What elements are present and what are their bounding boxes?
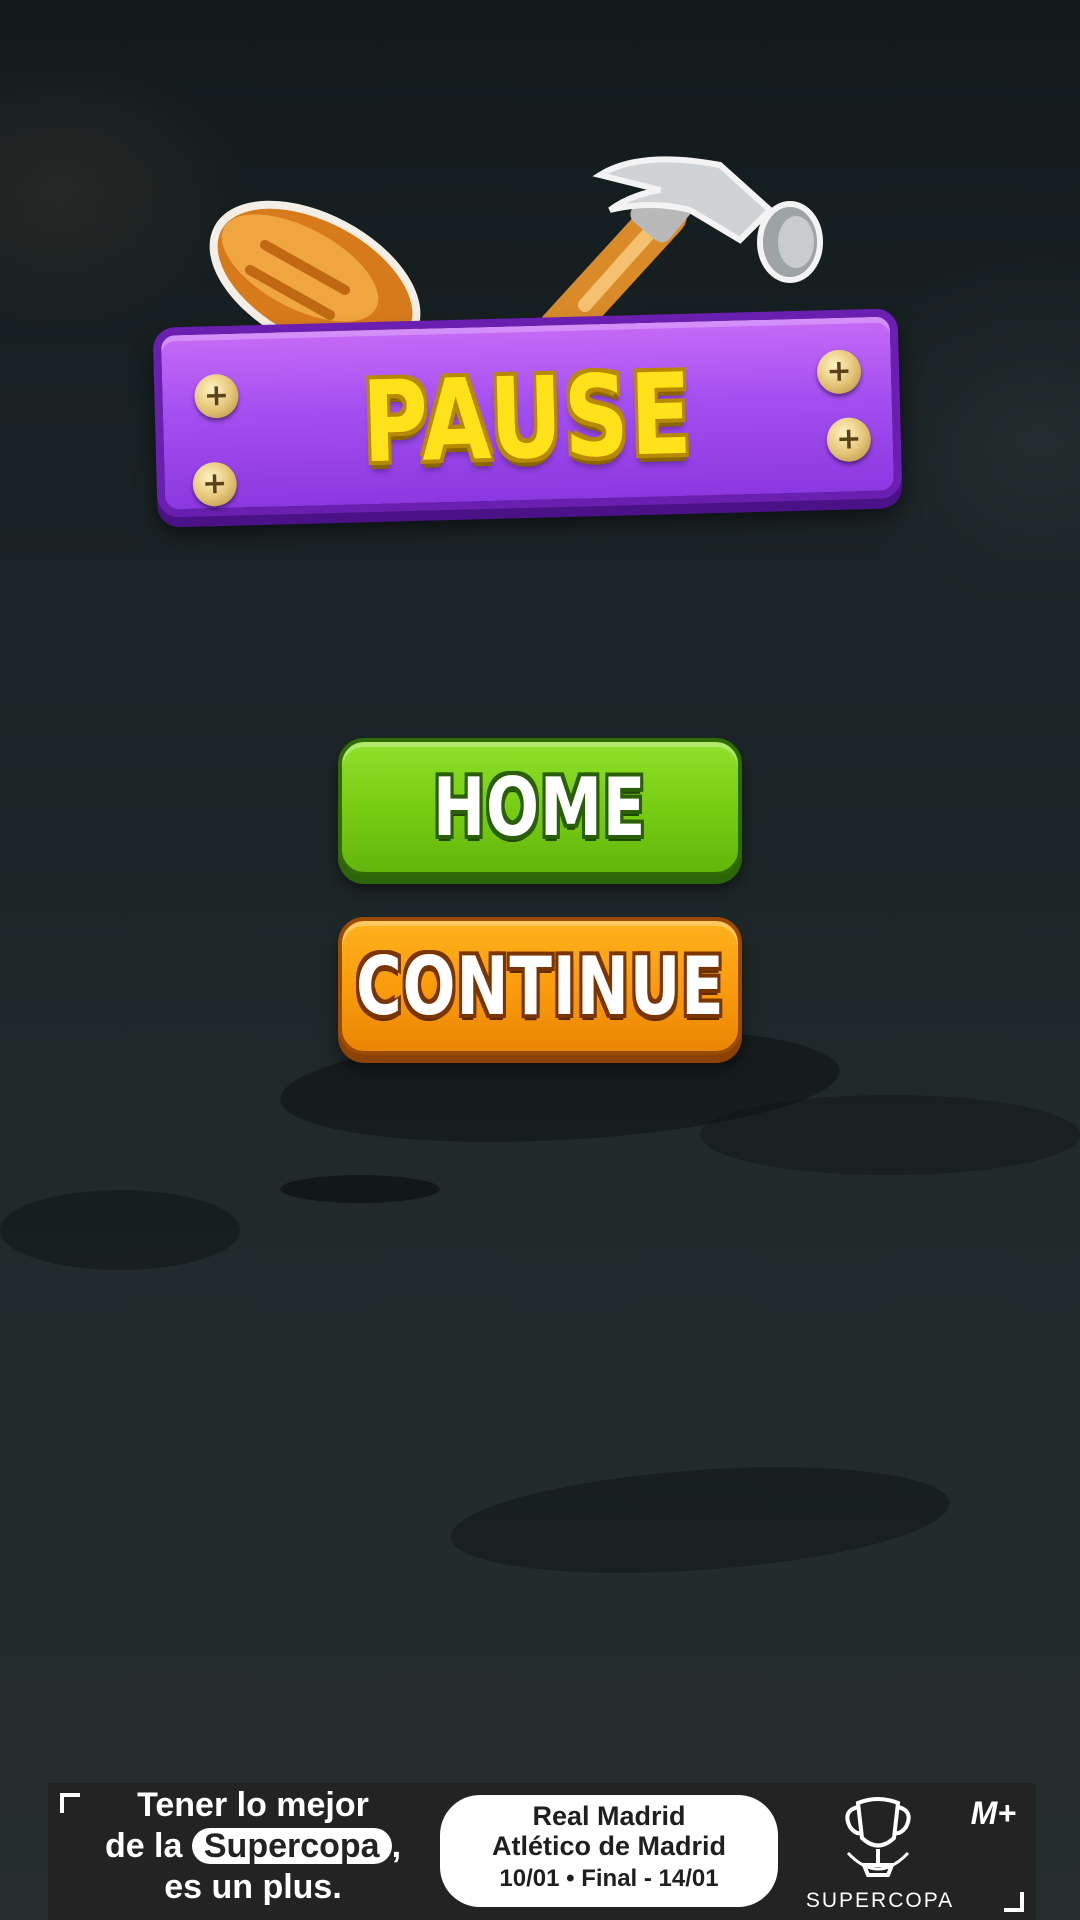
ad-banner[interactable]: Tener lo mejor de la Supercopa, es un pl…: [48, 1783, 1036, 1920]
background-shape: [280, 1175, 440, 1203]
ad-logo-text: SUPERCOPA: [805, 1889, 955, 1912]
background-shape: [0, 1190, 240, 1270]
ad-slogan-highlight: Supercopa: [191, 1828, 392, 1864]
ad-team2: Atlético de Madrid: [491, 1831, 727, 1861]
tools-illustration: [209, 156, 823, 340]
ad-dates: 10/01 • Final - 14/01: [499, 1865, 719, 1892]
screwdriver-icon: [209, 200, 421, 340]
background-shape: [447, 1452, 953, 1588]
background-shape: [700, 1095, 1080, 1175]
ad-slogan-post: ,: [391, 1827, 402, 1865]
pause-screen: + + + + PAUSE HOME CONTINUE Tener lo mej…: [0, 0, 1080, 1920]
pause-title: PAUSE: [360, 349, 695, 489]
ad-slogan-line2: de la Supercopa,: [68, 1826, 438, 1867]
home-button-label: HOME: [433, 760, 647, 854]
hammer-icon: [538, 156, 823, 340]
continue-button-label: CONTINUE: [355, 939, 725, 1033]
home-button[interactable]: HOME: [338, 738, 742, 876]
continue-button[interactable]: CONTINUE: [338, 917, 742, 1055]
ad-slogan-line1: Tener lo mejor: [137, 1786, 369, 1824]
pause-banner: + + + + PAUSE: [152, 308, 903, 518]
ad-slogan: Tener lo mejor de la Supercopa, es un pl…: [68, 1785, 438, 1908]
trophy-icon: [845, 1797, 911, 1877]
ad-slogan-pre: de la: [104, 1827, 183, 1865]
screw-icon: +: [193, 373, 240, 419]
ad-corner-mark: [1004, 1892, 1024, 1912]
screw-icon: +: [192, 461, 238, 507]
ad-brand-logo: M+: [970, 1795, 1016, 1831]
ad-match-card: Real Madrid Atlético de Madrid 10/01 • F…: [440, 1795, 778, 1907]
screw-icon: +: [816, 349, 862, 395]
screw-icon: +: [826, 417, 872, 463]
ad-team1: Real Madrid: [532, 1801, 686, 1831]
ad-slogan-line3: es un plus.: [164, 1868, 342, 1906]
